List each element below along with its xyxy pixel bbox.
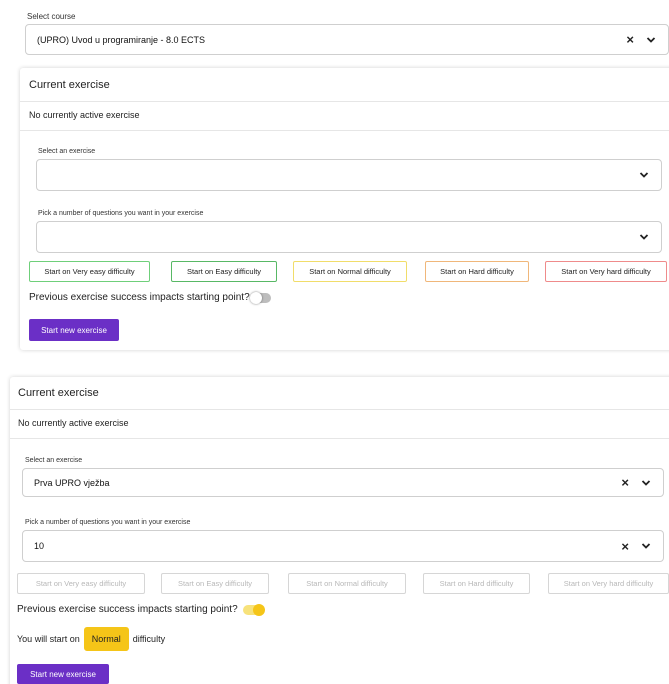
divider <box>10 438 669 439</box>
questions-select[interactable]: 10 × <box>22 530 664 562</box>
questions-select-value: 10 <box>34 541 45 551</box>
start-very-easy-button[interactable]: Start on Very easy difficulty <box>29 261 150 282</box>
start-level-line: You will start on Normal difficulty <box>17 627 165 651</box>
status-text: No currently active exercise <box>18 418 129 428</box>
divider <box>10 409 669 410</box>
chevron-down-icon[interactable] <box>639 233 649 241</box>
start-hard-button[interactable]: Start on Hard difficulty <box>425 261 529 282</box>
chevron-down-icon[interactable] <box>639 171 649 179</box>
exercise-select-value: Prva UPRO vježba <box>34 477 110 488</box>
exercise-label: Select an exercise <box>38 148 96 155</box>
start-very-easy-button[interactable]: Start on Very easy difficulty <box>17 573 145 594</box>
clear-icon[interactable]: × <box>621 476 629 489</box>
panel-title: Current exercise <box>29 79 110 91</box>
course-label: Select course <box>27 12 76 21</box>
divider <box>20 101 669 102</box>
start-easy-button[interactable]: Start on Easy difficulty <box>161 573 269 594</box>
divider <box>20 130 669 131</box>
start-new-exercise-button[interactable]: Start new exercise <box>17 664 109 684</box>
impacts-label: Previous exercise success impacts starti… <box>17 604 238 615</box>
start-level-badge: Normal <box>83 627 129 651</box>
start-normal-button[interactable]: Start on Normal difficulty <box>293 261 407 282</box>
impacts-label: Previous exercise success impacts starti… <box>29 292 250 303</box>
start-new-exercise-button[interactable]: Start new exercise <box>29 319 119 341</box>
panel-title: Current exercise <box>18 387 99 399</box>
start-easy-button[interactable]: Start on Easy difficulty <box>171 261 277 282</box>
course-select[interactable]: (UPRO) Uvod u programiranje - 8.0 ECTS × <box>25 24 669 55</box>
status-text: No currently active exercise <box>29 110 140 120</box>
toggle-knob <box>250 292 262 304</box>
course-select-value: (UPRO) Uvod u programiranje - 8.0 ECTS <box>37 34 206 45</box>
start-hard-button[interactable]: Start on Hard difficulty <box>423 573 530 594</box>
questions-label: Pick a number of questions you want in y… <box>38 210 204 217</box>
impacts-toggle[interactable] <box>250 292 271 304</box>
chevron-down-icon[interactable] <box>646 36 656 44</box>
questions-label: Pick a number of questions you want in y… <box>25 519 191 526</box>
clear-icon[interactable]: × <box>621 540 629 553</box>
chevron-down-icon[interactable] <box>641 479 651 487</box>
clear-icon[interactable]: × <box>626 33 634 46</box>
impacts-toggle[interactable] <box>243 604 265 616</box>
toggle-knob <box>253 604 265 616</box>
start-normal-button[interactable]: Start on Normal difficulty <box>288 573 406 594</box>
start-very-hard-button[interactable]: Start on Very hard difficulty <box>545 261 667 282</box>
start-very-hard-button[interactable]: Start on Very hard difficulty <box>548 573 669 594</box>
chevron-down-icon[interactable] <box>641 542 651 550</box>
exercise-select[interactable]: Prva UPRO vježba × <box>22 468 664 497</box>
exercise-select[interactable] <box>36 159 662 191</box>
exercise-label: Select an exercise <box>25 457 83 464</box>
start-level-suffix: difficulty <box>132 634 166 644</box>
start-level-prefix: You will start on <box>17 634 80 644</box>
questions-select[interactable] <box>36 221 662 253</box>
